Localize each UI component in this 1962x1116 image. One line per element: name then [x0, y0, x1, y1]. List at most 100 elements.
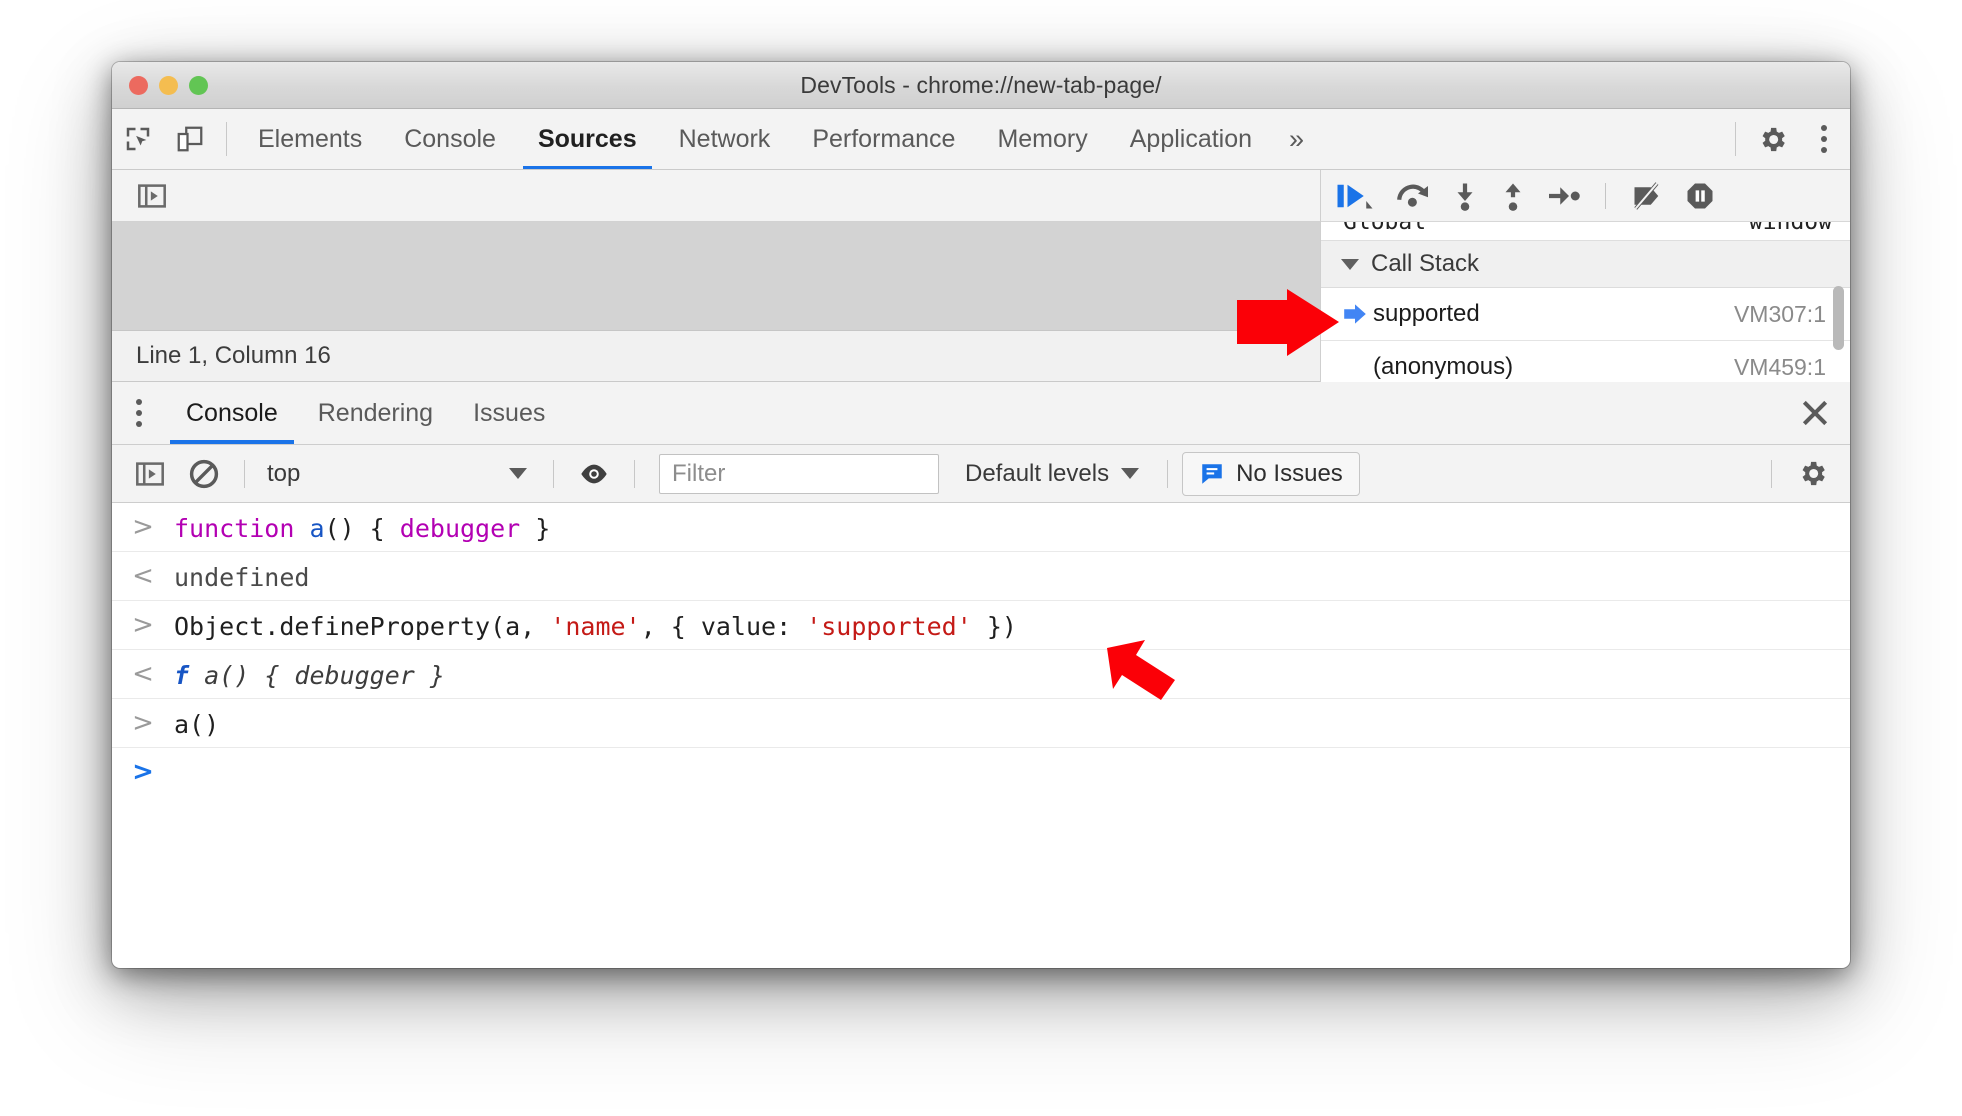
console-sidebar-icon: [136, 461, 164, 486]
gear-icon: [1762, 127, 1785, 151]
execution-context-selector[interactable]: top: [259, 460, 539, 488]
tab-console-label: Console: [404, 124, 496, 153]
deactivate-breakpoints-icon: [1634, 181, 1659, 210]
chevron-right-icon: >: [132, 512, 154, 542]
tab-application-label: Application: [1129, 124, 1253, 153]
deactivate-breakpoints-button[interactable]: [1630, 181, 1664, 211]
create-live-expression-button[interactable]: [568, 448, 620, 500]
call-frame-name: supported: [1373, 300, 1480, 327]
console-input-message[interactable]: > a(): [112, 699, 1850, 748]
console-input-code: function a() { debugger }: [174, 512, 550, 546]
console-result-code: f a() { debugger }: [174, 659, 445, 693]
current-frame-arrow-icon: [1344, 304, 1366, 324]
console-input-code: a(): [174, 708, 219, 742]
code-token: }: [520, 514, 551, 543]
code-token: 'name': [550, 612, 641, 641]
step-out-button[interactable]: [1499, 181, 1527, 211]
call-stack-section-header[interactable]: Call Stack: [1321, 241, 1850, 288]
console-input-message[interactable]: > Object.defineProperty(a, 'name', { val…: [112, 601, 1850, 650]
console-result-code: undefined: [174, 561, 309, 595]
code-token: a() { debugger }: [189, 661, 445, 690]
console-filter-input[interactable]: Filter: [659, 453, 939, 494]
scope-section-clipped[interactable]: Global window: [1321, 222, 1850, 241]
clear-console-button[interactable]: [178, 448, 230, 500]
close-window-button[interactable]: [129, 75, 148, 95]
console-message-list[interactable]: > function a() { debugger } < undefined …: [112, 503, 1850, 843]
chevron-right-icon: >: [132, 610, 154, 640]
code-token: () {: [324, 514, 400, 543]
chevron-double-right-icon: »: [1289, 123, 1305, 154]
zoom-window-button[interactable]: [189, 75, 208, 95]
chevron-down-icon: [1121, 468, 1140, 479]
tab-network-label: Network: [678, 124, 771, 153]
tab-memory[interactable]: Memory: [976, 109, 1108, 169]
drawer-tab-console[interactable]: Console: [166, 382, 298, 444]
chevron-left-icon: <: [132, 561, 154, 591]
chevron-down-icon: [509, 468, 527, 479]
console-result-gutter: <: [112, 659, 174, 687]
resume-icon: [1337, 184, 1373, 208]
clear-console-icon: [189, 459, 219, 488]
console-result-message[interactable]: < f a() { debugger }: [112, 650, 1850, 699]
debugger-controls: [1321, 170, 1850, 222]
issues-status-button[interactable]: No Issues: [1182, 451, 1360, 496]
pause-on-exceptions-icon: [1687, 183, 1713, 208]
call-stack-frame-supported[interactable]: supported VM307:1: [1321, 288, 1850, 341]
eye-icon: [581, 464, 607, 483]
call-frame-location: VM459:1: [1733, 353, 1826, 380]
code-token: a(): [174, 710, 220, 739]
tab-sources[interactable]: Sources: [517, 109, 658, 169]
code-token: debugger: [399, 514, 521, 543]
drawer-tab-rendering[interactable]: Rendering: [298, 382, 453, 444]
main-menu-button[interactable]: [1798, 109, 1850, 169]
scope-global-row[interactable]: Global window: [1321, 222, 1850, 240]
console-toolbar-divider-3: [634, 459, 635, 488]
devtools-tabbar: Elements Console Sources Network Perform…: [112, 109, 1850, 170]
minimize-window-button[interactable]: [159, 75, 178, 95]
drawer-tabbar: Console Rendering Issues: [112, 382, 1850, 445]
step-into-button[interactable]: [1451, 181, 1479, 211]
step-over-button[interactable]: [1395, 181, 1431, 211]
log-levels-selector[interactable]: Default levels: [951, 460, 1153, 488]
console-prompt-row[interactable]: >: [112, 748, 1850, 797]
console-settings-button[interactable]: [1786, 448, 1838, 500]
console-result-message[interactable]: < undefined: [112, 552, 1850, 601]
tab-network[interactable]: Network: [658, 109, 792, 169]
settings-button[interactable]: [1746, 109, 1798, 169]
console-prompt-gutter: >: [112, 757, 174, 785]
console-input-code: Object.defineProperty(a, 'name', { value…: [174, 610, 1017, 644]
tab-console[interactable]: Console: [383, 109, 517, 169]
console-toolbar-divider-2: [553, 459, 554, 488]
issues-icon: [1202, 463, 1222, 484]
show-navigator-button[interactable]: [126, 182, 178, 210]
sources-panel: Line 1, Column 16 Coverage: n/a: [112, 170, 1850, 382]
resume-script-execution-button[interactable]: [1335, 181, 1375, 211]
step-button[interactable]: [1547, 181, 1581, 211]
close-drawer-button[interactable]: [1780, 382, 1850, 444]
drawer-tab-issues[interactable]: Issues: [453, 382, 565, 444]
code-token: 'supported': [806, 612, 972, 641]
console-sidebar-toggle-button[interactable]: [124, 448, 176, 500]
window-titlebar: DevTools - chrome://new-tab-page/: [112, 62, 1850, 109]
console-toolbar-divider-5: [1771, 459, 1772, 488]
tabbar-divider-1: [226, 122, 227, 156]
cursor-position-label: Line 1, Column 16: [136, 342, 331, 369]
debugger-sidebar-scrollbar[interactable]: [1833, 286, 1844, 350]
tab-elements[interactable]: Elements: [237, 109, 383, 169]
tab-application[interactable]: Application: [1109, 109, 1273, 169]
drawer-menu-button[interactable]: [112, 382, 166, 444]
chevron-down-icon: [1341, 258, 1359, 270]
toggle-device-toolbar-button[interactable]: [164, 109, 216, 169]
console-input-message[interactable]: > function a() { debugger }: [112, 503, 1850, 552]
inspect-element-button[interactable]: [112, 109, 164, 169]
current-frame-marker: [1343, 303, 1373, 325]
pause-on-exceptions-button[interactable]: [1684, 181, 1716, 211]
gear-icon: [1802, 461, 1825, 486]
more-tabs-button[interactable]: »: [1273, 109, 1320, 169]
tab-performance[interactable]: Performance: [791, 109, 976, 169]
log-levels-value: Default levels: [965, 459, 1110, 487]
call-frame-location: VM307:1: [1733, 300, 1826, 327]
function-marker: f: [174, 661, 190, 690]
call-stack-frame-anonymous[interactable]: (anonymous) VM459:1: [1321, 341, 1850, 382]
scope-global-name: Global: [1343, 222, 1427, 235]
